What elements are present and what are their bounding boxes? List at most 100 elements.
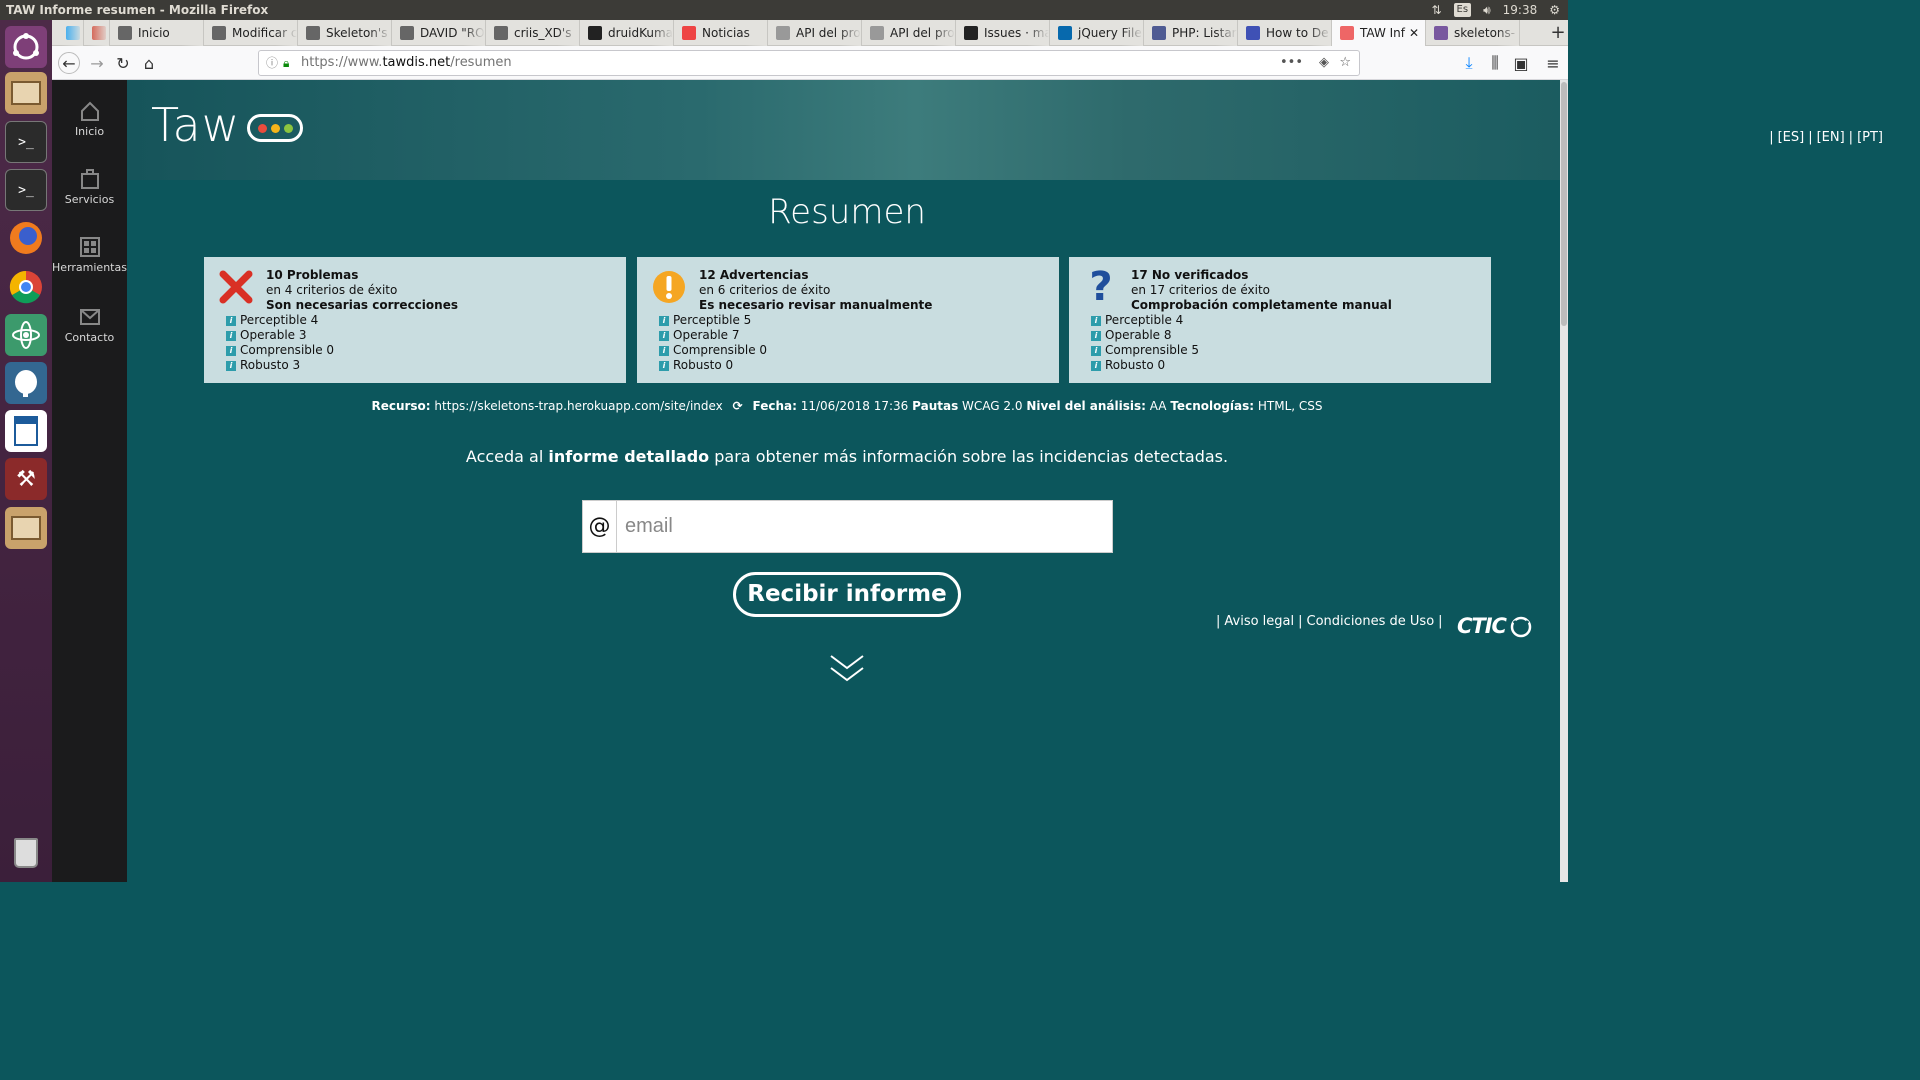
taw-logo-text[interactable]: Taw xyxy=(151,98,240,152)
list-item[interactable]: i Robusto 0 xyxy=(659,358,767,373)
tecnologias-value: HTML, CSS xyxy=(1257,399,1323,413)
new-tab-plus-icon[interactable]: + xyxy=(1548,20,1568,46)
list-item[interactable]: i Operable 7 xyxy=(659,328,767,343)
card-title: 17 No verificados xyxy=(1131,268,1249,282)
tab-strip: Inicio Modificar c Skeleton's DAVID "RO crii… xyxy=(52,20,1568,46)
url-bar[interactable]: ⓘ 🔒︎ https://www.tawdis.net/resumen ••• … xyxy=(258,50,1360,76)
navigation-toolbar: ← → ↻ ⌂ ⓘ 🔒︎ https://www.tawdis.net/resu… xyxy=(52,46,1568,80)
lock-icon[interactable]: 🔒︎ xyxy=(283,51,289,75)
page-scrollbar[interactable] xyxy=(1560,80,1568,882)
terms-of-use-link[interactable]: Condiciones de Uso xyxy=(1307,614,1435,629)
menu-hamburger-icon[interactable]: ≡ xyxy=(1542,52,1564,74)
files-2-icon[interactable] xyxy=(5,507,47,549)
firefox-icon[interactable] xyxy=(5,217,47,259)
list-item[interactable]: i Comprensible 0 xyxy=(659,343,767,358)
sidebar-item-label: Servicios xyxy=(64,193,115,206)
back-arrow-icon[interactable]: ← xyxy=(58,52,80,74)
forward-arrow-icon[interactable]: → xyxy=(86,52,108,74)
browser-tab[interactable]: criis_XD's xyxy=(486,20,580,46)
browser-tab[interactable]: Noticias xyxy=(674,20,768,46)
chrome-icon[interactable] xyxy=(5,266,47,308)
info-icon: i xyxy=(1091,360,1101,371)
terminal-2-icon[interactable]: >_ xyxy=(5,169,47,211)
legal-notice-link[interactable]: Aviso legal xyxy=(1224,614,1294,629)
browser-tab[interactable]: Modificar c xyxy=(204,20,298,46)
browser-tab[interactable] xyxy=(58,20,84,46)
files-icon[interactable] xyxy=(5,72,47,114)
browser-tab[interactable]: druidKuma xyxy=(580,20,674,46)
info-icon: i xyxy=(226,330,236,341)
sidebar-toggle-icon[interactable]: ▣ xyxy=(1510,52,1532,74)
network-icon[interactable]: ⇅ xyxy=(1431,0,1441,20)
bookmark-star-icon[interactable]: ☆ xyxy=(1339,51,1351,75)
red-dot xyxy=(257,123,267,133)
page-title: Resumen xyxy=(768,192,926,232)
unverified-card: ? 17 No verificados en 17 criterios de é… xyxy=(1069,257,1491,383)
downloads-icon[interactable]: ⤓ xyxy=(1458,52,1480,74)
sidebar-item-servicios[interactable]: Servicios xyxy=(52,168,127,206)
browser-tab[interactable]: Issues · ma xyxy=(956,20,1050,46)
library-icon[interactable]: ⫼ xyxy=(1484,52,1506,74)
lang-es-link[interactable]: [ES] xyxy=(1778,130,1805,145)
browser-tab[interactable]: jQuery File xyxy=(1050,20,1144,46)
sidebar-item-herramientas[interactable]: Herramientas xyxy=(52,236,127,274)
browser-tab[interactable]: Skeleton's xyxy=(298,20,392,46)
refresh-icon[interactable]: ⟳ xyxy=(733,399,743,413)
email-input[interactable] xyxy=(623,501,1103,552)
info-icon: i xyxy=(226,360,236,371)
browser-tab[interactable]: Inicio xyxy=(110,20,204,46)
reload-icon[interactable]: ↻ xyxy=(112,52,134,74)
grid-icon xyxy=(79,237,100,257)
clock[interactable]: 19:38 xyxy=(1503,0,1538,20)
tab-favicon-icon xyxy=(212,26,226,40)
lang-en-link[interactable]: [EN] xyxy=(1817,130,1845,145)
list-item[interactable]: i Operable 3 xyxy=(226,328,334,343)
tab-active[interactable]: TAW Inf ✕ xyxy=(1332,20,1426,46)
browser-tab[interactable]: PHP: Listar xyxy=(1144,20,1238,46)
list-item[interactable]: i Perceptible 4 xyxy=(226,313,334,328)
os-top-bar: TAW Informe resumen - Mozilla Firefox ⇅ … xyxy=(0,0,1568,20)
keyboard-layout-indicator[interactable]: Es xyxy=(1453,3,1472,17)
info-icon[interactable]: ⓘ xyxy=(266,51,278,75)
sidebar-item-inicio[interactable]: Inicio xyxy=(52,100,127,138)
ubuntu-dash-icon[interactable] xyxy=(5,26,47,68)
page-actions-icon[interactable]: ••• xyxy=(1280,51,1303,75)
tab-label: Inicio xyxy=(138,26,170,40)
list-item[interactable]: i Comprensible 0 xyxy=(226,343,334,358)
list-item[interactable]: i Robusto 3 xyxy=(226,358,334,373)
settings-gear-icon[interactable]: ⚙ xyxy=(1549,0,1560,20)
trash-icon[interactable] xyxy=(5,832,47,874)
list-item[interactable]: i Robusto 0 xyxy=(1091,358,1199,373)
atom-editor-icon[interactable] xyxy=(5,314,47,356)
close-tab-icon[interactable]: ✕ xyxy=(1409,20,1419,46)
browser-tab[interactable]: API del proyec xyxy=(768,20,862,46)
list-item[interactable]: i Operable 8 xyxy=(1091,328,1199,343)
scroll-down-chevron-icon[interactable] xyxy=(829,652,865,684)
pocket-icon[interactable]: ◈ xyxy=(1319,51,1329,75)
browser-tab[interactable]: API del proyec xyxy=(862,20,956,46)
scrollbar-thumb[interactable] xyxy=(1561,82,1567,326)
card-note: Es necesario revisar manualmente xyxy=(699,298,933,312)
list-item[interactable]: i Perceptible 5 xyxy=(659,313,767,328)
terminal-icon[interactable]: >_ xyxy=(5,121,47,163)
list-item[interactable]: i Perceptible 4 xyxy=(1091,313,1199,328)
info-icon: i xyxy=(659,330,669,341)
browser-tab[interactable]: DAVID "RO xyxy=(392,20,486,46)
writer-document-icon[interactable] xyxy=(5,410,47,452)
list-item[interactable]: i Comprensible 5 xyxy=(1091,343,1199,358)
list-item-label: Operable 3 xyxy=(240,328,307,342)
browser-tab[interactable]: skeletons- xyxy=(1426,20,1520,46)
pgadmin-elephant-icon[interactable] xyxy=(5,362,47,404)
browser-tab[interactable]: How to De xyxy=(1238,20,1332,46)
home-icon[interactable]: ⌂ xyxy=(138,52,160,74)
sidebar-item-contacto[interactable]: Contacto xyxy=(52,306,127,344)
receive-report-button[interactable]: Recibir informe xyxy=(733,572,961,617)
ctic-logo[interactable]: CTIC xyxy=(1457,614,1534,638)
sidebar-item-label: Herramientas xyxy=(52,261,127,274)
recurso-url[interactable]: https://skeletons-trap.herokuapp.com/sit… xyxy=(434,399,722,413)
volume-icon[interactable]: 🔊︎ xyxy=(1483,0,1491,20)
system-tools-icon[interactable]: ⚒ xyxy=(5,458,47,500)
lang-pt-link[interactable]: [PT] xyxy=(1857,130,1883,145)
browser-tab[interactable] xyxy=(84,20,110,46)
list-item-label: Comprensible 5 xyxy=(1105,343,1200,357)
